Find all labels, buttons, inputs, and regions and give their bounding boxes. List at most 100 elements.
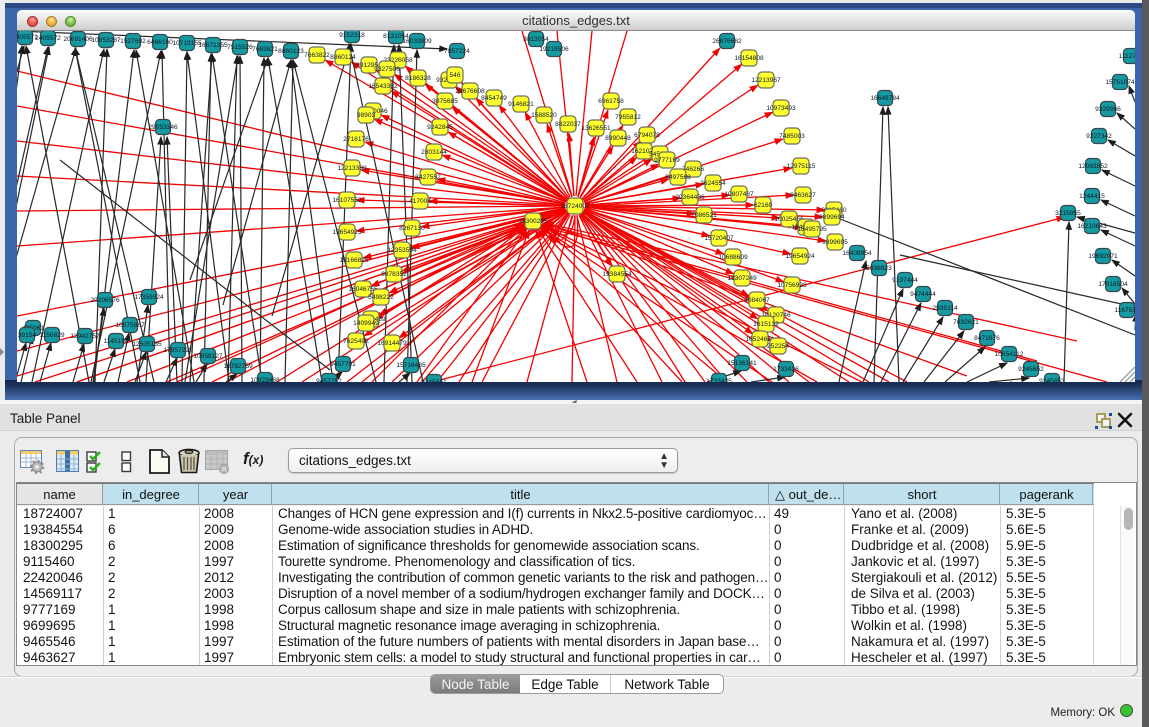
svg-text:9245651: 9245651: [421, 379, 447, 382]
svg-text:8990448: 8990448: [605, 135, 631, 142]
svg-text:29053346: 29053346: [148, 124, 178, 131]
svg-text:19654924: 19654924: [785, 253, 815, 260]
svg-text:3624554: 3624554: [700, 180, 726, 187]
svg-text:3215955: 3215955: [1055, 210, 1081, 217]
svg-text:1733426: 1733426: [773, 366, 799, 373]
svg-text:16033809: 16033809: [402, 38, 432, 45]
svg-text:6466160: 6466160: [147, 39, 173, 46]
svg-text:18307249: 18307249: [727, 275, 757, 282]
svg-text:5938923: 5938923: [866, 265, 892, 272]
svg-text:9474444: 9474444: [910, 291, 936, 298]
svg-text:20691406: 20691406: [63, 36, 93, 43]
svg-text:417004: 417004: [409, 198, 431, 205]
svg-text:17957225: 17957225: [163, 347, 193, 354]
svg-text:1167534: 1167534: [1114, 307, 1135, 314]
svg-text:15720407: 15720407: [704, 235, 734, 242]
svg-text:19218506: 19218506: [539, 46, 569, 53]
svg-text:8813054: 8813054: [523, 36, 549, 43]
svg-text:1733425: 1733425: [706, 378, 732, 382]
svg-text:16782759: 16782759: [223, 363, 253, 370]
svg-text:10756928: 10756928: [777, 282, 807, 289]
svg-text:7485003: 7485003: [779, 133, 805, 140]
svg-text:7663822: 7663822: [304, 52, 330, 59]
svg-text:8860124: 8860124: [330, 54, 356, 61]
svg-text:10958127: 10958127: [193, 353, 223, 360]
svg-text:10853287: 10853287: [91, 37, 121, 44]
svg-text:62160: 62160: [754, 202, 773, 209]
svg-text:10973493: 10973493: [766, 105, 796, 112]
svg-text:1615132: 1615132: [753, 321, 779, 328]
svg-text:2718176: 2718176: [343, 136, 369, 143]
svg-text:7857224: 7857224: [444, 48, 470, 55]
svg-text:12353594: 12353594: [387, 247, 417, 254]
svg-text:5498222: 5498222: [368, 294, 394, 301]
svg-text:9327506: 9327506: [374, 66, 400, 73]
svg-text:8471676: 8471676: [974, 335, 1000, 342]
svg-text:8454749: 8454749: [481, 95, 507, 102]
svg-text:16671355: 16671355: [198, 42, 228, 49]
svg-text:8878352: 8878352: [381, 271, 407, 278]
svg-text:9197444: 9197444: [892, 277, 918, 284]
svg-text:8267130: 8267130: [399, 225, 425, 232]
svg-text:28676608: 28676608: [455, 88, 485, 95]
svg-text:16154808: 16154808: [734, 55, 764, 62]
svg-text:1527602: 1527602: [120, 38, 146, 45]
svg-text:10654112: 10654112: [995, 351, 1024, 358]
svg-text:9245653: 9245653: [1039, 378, 1065, 382]
svg-text:9152318: 9152318: [339, 32, 365, 39]
svg-text:8427552: 8427552: [415, 174, 441, 181]
svg-text:9242845: 9242845: [427, 124, 453, 131]
svg-text:9463627: 9463627: [790, 192, 816, 199]
svg-text:12213389: 12213389: [337, 165, 367, 172]
svg-text:7663821: 7663821: [252, 46, 278, 53]
svg-text:18724007: 18724007: [560, 203, 590, 210]
svg-text:16543382: 16543382: [368, 83, 398, 90]
svg-text:15716485: 15716485: [396, 362, 426, 369]
svg-text:16210643: 16210643: [1077, 223, 1107, 230]
svg-text:10807487: 10807487: [724, 191, 754, 198]
svg-text:2405572: 2405572: [35, 35, 61, 42]
svg-text:9777169: 9777169: [654, 157, 680, 164]
svg-text:2803144: 2803144: [421, 149, 447, 156]
svg-text:252254: 252254: [767, 343, 789, 350]
svg-text:9329966: 9329966: [1095, 106, 1121, 113]
svg-text:12213967: 12213967: [751, 77, 781, 84]
svg-text:10975867: 10975867: [115, 322, 145, 329]
svg-text:19692971: 19692971: [1088, 253, 1118, 260]
svg-text:18495795: 18495795: [797, 226, 827, 233]
svg-text:12942757: 12942757: [70, 333, 100, 340]
svg-text:2935114: 2935114: [932, 305, 958, 312]
svg-text:7955812: 7955812: [615, 114, 641, 121]
svg-text:19654923: 19654923: [332, 229, 362, 236]
svg-text:12505135: 12505135: [132, 341, 162, 348]
svg-text:13626551: 13626551: [581, 125, 611, 132]
svg-text:1409949: 1409949: [353, 320, 379, 327]
svg-text:12975115: 12975115: [787, 163, 816, 170]
svg-text:6497568: 6497568: [665, 174, 691, 181]
svg-text:8822037: 8822037: [555, 121, 581, 128]
svg-text:7086521: 7086521: [691, 212, 717, 219]
svg-text:9457792: 9457792: [316, 378, 342, 382]
svg-text:12093852: 12093852: [1078, 163, 1108, 170]
svg-text:1588520: 1588520: [531, 112, 557, 119]
svg-text:7515526: 7515526: [227, 44, 253, 51]
svg-text:15136141: 15136141: [727, 360, 757, 367]
svg-text:16914479: 16914479: [377, 340, 407, 347]
svg-text:26876682: 26876682: [712, 38, 742, 45]
svg-text:6794078: 6794078: [634, 132, 660, 139]
svg-text:10688609: 10688609: [718, 254, 748, 261]
svg-text:7625402: 7625402: [343, 338, 369, 345]
svg-text:98903: 98903: [357, 112, 376, 119]
svg-text:9146821: 9146821: [508, 101, 534, 108]
svg-text:16648784: 16648784: [870, 95, 900, 102]
svg-text:8186328: 8186328: [405, 75, 431, 82]
svg-text:1156829: 1156829: [39, 332, 65, 339]
svg-text:9899694: 9899694: [819, 214, 845, 221]
svg-text:20364436: 20364436: [675, 194, 705, 201]
svg-text:1112753: 1112753: [1119, 53, 1135, 60]
svg-text:9899695: 9899695: [822, 239, 848, 246]
svg-text:19166825: 19166825: [339, 257, 369, 264]
svg-text:9227342: 9227342: [1086, 133, 1112, 140]
svg-text:16107552: 16107552: [332, 197, 362, 204]
svg-text:7632621: 7632621: [953, 319, 979, 326]
